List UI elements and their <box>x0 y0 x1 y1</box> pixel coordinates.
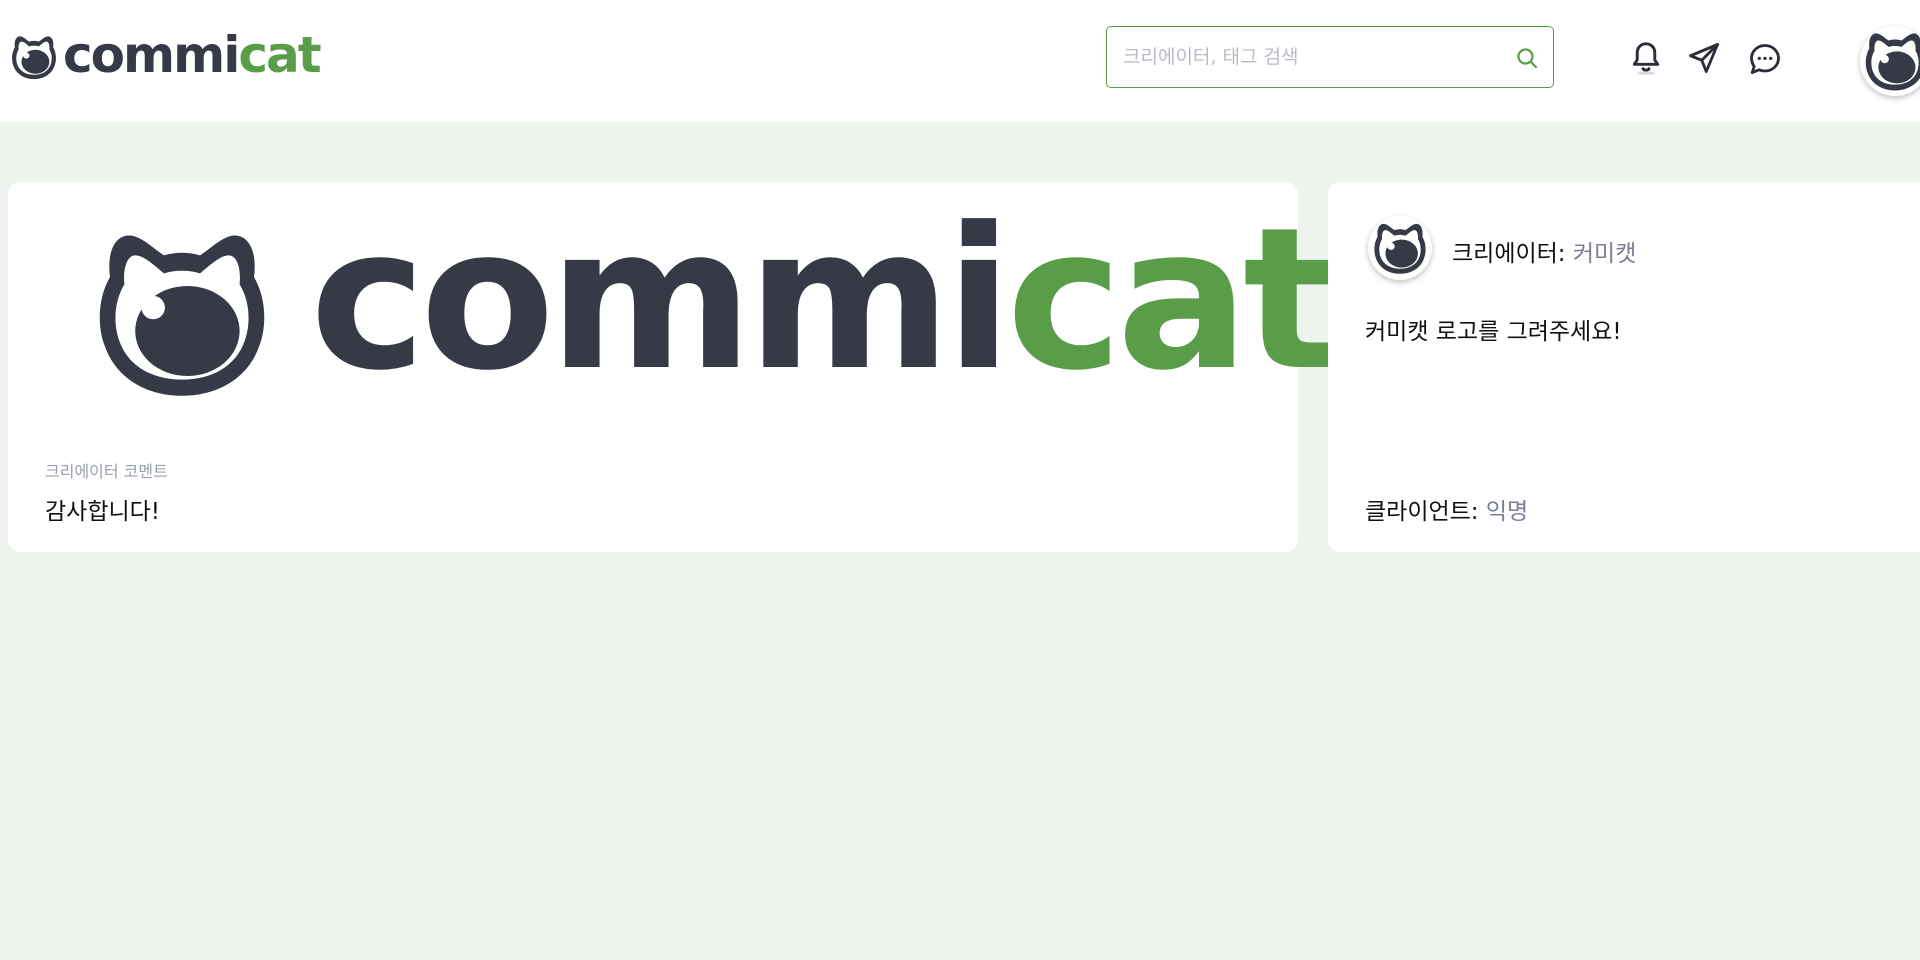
creator-name-link[interactable]: 커미캣 <box>1573 241 1636 267</box>
chat-icon[interactable] <box>1747 41 1783 77</box>
artwork-wordmark: commicat <box>310 202 1337 398</box>
cat-avatar-icon <box>1372 220 1428 276</box>
artwork-wordmark-green: cat <box>1006 186 1336 414</box>
commission-detail-card: 크리에이터: 커미캣 커미캣 로고를 그려주세요! 클라이언트: 익명 <box>1328 182 1920 552</box>
brand-wordmark: commicat <box>63 30 322 80</box>
search-icon[interactable] <box>1515 46 1539 70</box>
cat-avatar-icon <box>1863 29 1920 93</box>
top-header: commicat <box>0 0 1920 122</box>
creator-info: 크리에이터: 커미캣 <box>1452 234 1636 268</box>
client-name: 익명 <box>1485 499 1529 525</box>
client-label: 클라이언트: <box>1365 499 1486 525</box>
request-text: 커미캣 로고를 그려주세요! <box>1365 319 1622 345</box>
user-avatar[interactable] <box>1860 26 1920 96</box>
artwork-card: commicat 크리에이터 코멘트 감사합니다! <box>8 182 1337 552</box>
brand-wordmark-green: cat <box>238 26 321 84</box>
creator-avatar[interactable] <box>1368 216 1432 280</box>
commission-artwork[interactable]: commicat <box>92 202 1337 404</box>
creator-comment-text: 감사합니다! <box>45 499 161 525</box>
creator-comment-label: 크리에이터 코멘트 <box>45 462 168 481</box>
search-bar <box>1106 26 1554 88</box>
brand-wordmark-dark: commi <box>63 26 240 84</box>
creator-label: 크리에이터: <box>1452 241 1573 267</box>
brand-logo[interactable]: commicat <box>10 28 322 86</box>
search-input[interactable] <box>1123 27 1503 86</box>
cat-logo-icon <box>92 222 272 404</box>
bell-icon[interactable] <box>1628 38 1664 76</box>
artwork-wordmark-dark: commi <box>310 186 1012 414</box>
client-info: 클라이언트: 익명 <box>1365 492 1528 526</box>
send-icon[interactable] <box>1686 40 1722 76</box>
cat-logo-icon <box>10 31 58 83</box>
